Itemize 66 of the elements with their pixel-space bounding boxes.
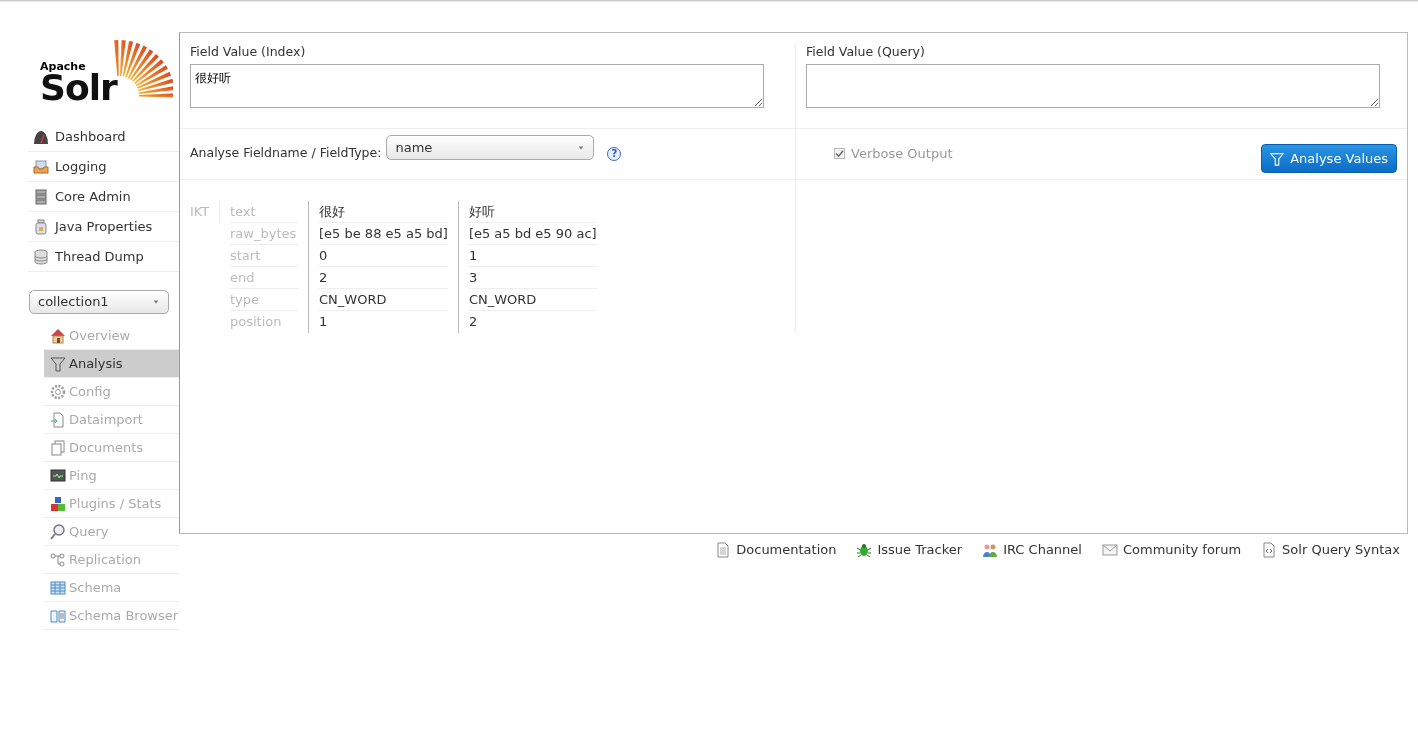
- main-menu-item[interactable]: Dashboard: [28, 122, 179, 152]
- magnifier-icon: [50, 523, 66, 540]
- funnel-icon: [50, 355, 66, 372]
- stack-icon: [33, 248, 49, 265]
- index-value-label: Field Value (Index): [190, 43, 307, 61]
- documents-icon: [50, 439, 66, 456]
- index-value-field[interactable]: 很好听: [190, 63, 764, 108]
- document-icon: [715, 541, 732, 558]
- help-icon[interactable]: ?: [607, 146, 622, 161]
- token-value: [e5 be 88 e5 a5 bd]: [319, 222, 448, 245]
- jar-icon: [33, 218, 49, 235]
- query-value-label: Field Value (Query): [806, 43, 926, 61]
- caret-icon: [577, 144, 586, 151]
- bug-icon: [856, 541, 873, 558]
- token-value: 2: [468, 312, 479, 331]
- attribute-name: raw_bytes: [230, 222, 298, 245]
- core-menu-item[interactable]: Analysis: [44, 350, 179, 378]
- token-value: 1: [319, 312, 329, 331]
- token-value: CN_WORD: [468, 288, 597, 311]
- verbose-label: Verbose Output: [851, 144, 953, 163]
- token-value: CN_WORD: [319, 288, 448, 311]
- attribute-name: position: [230, 312, 283, 331]
- house-icon: [50, 327, 66, 344]
- logo-text: Solr: [40, 71, 117, 104]
- attribute-name: text: [230, 200, 298, 223]
- token-value: 1: [468, 244, 597, 267]
- inbox-tray-icon: [33, 158, 49, 175]
- attribute-name: start: [230, 244, 298, 267]
- attribute-name: end: [230, 266, 298, 289]
- blocks-icon: [50, 495, 66, 512]
- code-document-icon: [1261, 541, 1278, 558]
- envelope-icon: [1101, 541, 1118, 558]
- token-value: 3: [468, 266, 597, 289]
- core-selector[interactable]: collection1: [29, 290, 169, 314]
- footer-link[interactable]: Documentation: [715, 540, 837, 560]
- funnel-icon: [1270, 151, 1285, 166]
- main-menu-item[interactable]: Thread Dump: [28, 242, 179, 272]
- document-arrow-icon: [50, 411, 66, 428]
- analyzer-name: IKT: [190, 200, 220, 223]
- logo-small-text: Apache: [40, 60, 87, 72]
- token-value: 2: [319, 266, 448, 289]
- footer-link[interactable]: Issue Tracker: [856, 540, 963, 560]
- gauge-icon: [33, 128, 49, 145]
- verbose-checkbox[interactable]: [834, 148, 845, 159]
- footer-link[interactable]: Community forum: [1101, 540, 1242, 560]
- attribute-name: type: [230, 288, 298, 311]
- token-value: 0: [319, 244, 448, 267]
- footer-link[interactable]: Solr Query Syntax: [1261, 540, 1400, 560]
- table-grid-icon: [50, 579, 66, 596]
- caret-icon: [152, 299, 160, 305]
- analyse-button[interactable]: Analyse Values: [1261, 144, 1397, 173]
- book-icon: [50, 607, 66, 624]
- fieldtype-label: Analyse Fieldname / FieldType:: [190, 144, 382, 163]
- fieldtype-select[interactable]: name: [386, 135, 595, 160]
- main-menu-item[interactable]: Logging: [28, 152, 179, 182]
- main-menu-item[interactable]: Core Admin: [28, 182, 179, 212]
- token-value: [e5 a5 bd e5 90 ac]: [468, 222, 597, 245]
- token-value: 很好: [319, 200, 448, 223]
- nodes-icon: [50, 551, 66, 568]
- main-menu-item[interactable]: Java Properties: [28, 212, 179, 242]
- query-value-field[interactable]: [806, 63, 1380, 108]
- footer-link[interactable]: IRC Channel: [982, 540, 1082, 560]
- token-value: 好听: [468, 200, 597, 223]
- gear-icon: [50, 383, 66, 400]
- monitor-icon: [50, 467, 66, 484]
- server-stack-icon: [33, 188, 49, 205]
